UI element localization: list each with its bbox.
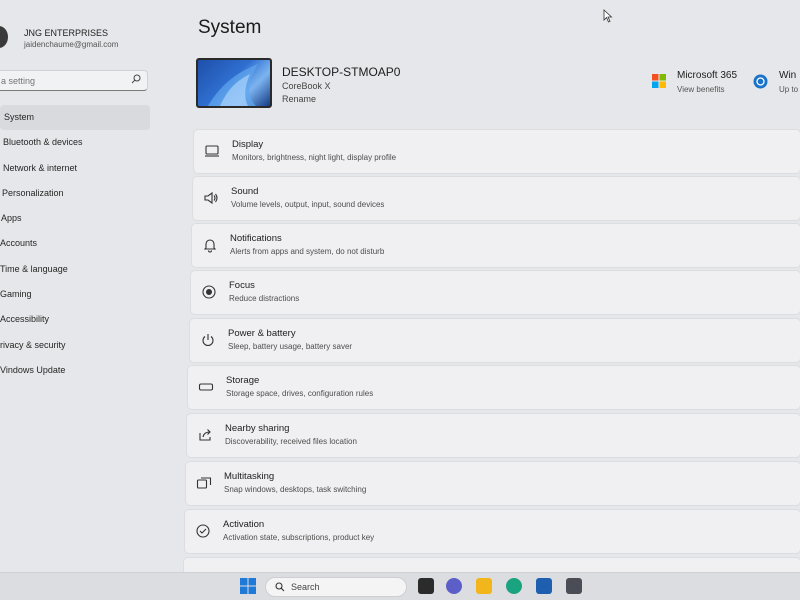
- display-icon: [205, 145, 219, 157]
- avatar[interactable]: [0, 26, 8, 48]
- sidebar: JNG ENTERPRISES jaidenchaume@gmail.com S…: [0, 0, 160, 575]
- card-power-battery[interactable]: Power & battery Sleep, battery usage, ba…: [190, 319, 800, 362]
- card-title: Activation: [223, 519, 265, 530]
- edge-icon[interactable]: [506, 578, 522, 594]
- card-subtitle: Alerts from apps and system, do not dist…: [230, 247, 385, 256]
- card-subtitle: Reduce distractions: [229, 294, 300, 303]
- storage-icon: [198, 383, 214, 391]
- task-view-icon[interactable]: [418, 578, 434, 594]
- card-multitasking[interactable]: Multitasking Snap windows, desktops, tas…: [186, 462, 800, 505]
- card-sound[interactable]: Sound Volume levels, output, input, soun…: [193, 177, 800, 220]
- windows-update-title[interactable]: Win: [779, 70, 796, 81]
- card-focus[interactable]: Focus Reduce distractions: [191, 271, 800, 314]
- settings-app-icon[interactable]: [566, 578, 582, 594]
- account-email: jaidenchaume@gmail.com: [24, 40, 119, 49]
- sidebar-item-windows-update[interactable]: Vindows Update: [0, 358, 150, 383]
- settings-search[interactable]: [0, 70, 148, 91]
- sidebar-item-system[interactable]: System: [0, 105, 150, 131]
- device-wallpaper-thumbnail: [196, 58, 272, 108]
- device-model: CoreBook X: [282, 81, 331, 91]
- sidebar-item-apps[interactable]: Apps: [0, 206, 150, 231]
- taskbar: Search: [0, 572, 800, 600]
- teams-icon[interactable]: [446, 578, 462, 594]
- taskbar-search[interactable]: Search: [265, 577, 407, 597]
- card-subtitle: Sleep, battery usage, battery saver: [228, 342, 353, 351]
- rename-link[interactable]: Rename: [282, 94, 316, 104]
- sidebar-nav: System Bluetooth & devices Network & int…: [0, 105, 150, 383]
- search-icon: [131, 74, 141, 84]
- mouse-cursor-icon: [603, 9, 613, 23]
- sidebar-item-network[interactable]: Network & internet: [0, 156, 150, 181]
- card-nearby-sharing[interactable]: Nearby sharing Discoverability, received…: [187, 414, 800, 457]
- card-title: Multitasking: [224, 471, 275, 482]
- power-icon: [202, 334, 214, 347]
- card-title: Display: [232, 139, 264, 150]
- card-subtitle: Storage space, drives, configuration rul…: [226, 389, 374, 398]
- multitasking-icon: [196, 477, 212, 489]
- card-subtitle: Monitors, brightness, night light, displ…: [232, 153, 397, 162]
- card-subtitle: Discoverability, received files location: [225, 437, 357, 446]
- taskbar-search-label: Search: [291, 582, 320, 592]
- search-input[interactable]: [1, 74, 121, 88]
- sidebar-item-personalization[interactable]: Personalization: [0, 181, 150, 206]
- microsoft365-title[interactable]: Microsoft 365: [677, 70, 737, 81]
- card-subtitle: Activation state, subscriptions, product…: [223, 533, 375, 542]
- activation-icon: [196, 524, 210, 538]
- card-title: Power & battery: [228, 328, 296, 339]
- card-subtitle: Snap windows, desktops, task switching: [224, 485, 367, 494]
- sidebar-item-accessibility[interactable]: Accessibility: [0, 307, 150, 332]
- account-name: JNG ENTERPRISES: [24, 28, 109, 38]
- sound-icon: [204, 191, 218, 205]
- sidebar-item-accounts[interactable]: Accounts: [0, 231, 150, 256]
- card-title: Focus: [229, 280, 255, 291]
- card-title: Nearby sharing: [225, 423, 290, 434]
- search-icon: [275, 582, 285, 592]
- sidebar-item-time-language[interactable]: Time & language: [0, 257, 150, 282]
- sidebar-item-privacy[interactable]: rivacy & security: [0, 333, 150, 358]
- card-title: Notifications: [230, 233, 282, 244]
- device-name: DESKTOP-STMOAP0: [282, 65, 401, 79]
- bell-icon: [203, 239, 217, 253]
- card-notifications[interactable]: Notifications Alerts from apps and syste…: [192, 224, 800, 267]
- card-title: Sound: [231, 186, 259, 197]
- card-display[interactable]: Display Monitors, brightness, night ligh…: [194, 130, 800, 173]
- card-activation[interactable]: Activation Activation state, subscriptio…: [185, 510, 800, 553]
- microsoft365-view-benefits[interactable]: View benefits: [677, 85, 724, 94]
- store-icon[interactable]: [536, 578, 552, 594]
- card-subtitle: Volume levels, output, input, sound devi…: [231, 200, 385, 209]
- file-explorer-icon[interactable]: [476, 578, 492, 594]
- share-icon: [199, 429, 211, 441]
- sidebar-item-bluetooth[interactable]: Bluetooth & devices: [0, 130, 150, 155]
- windows-update-status[interactable]: Up to: [779, 85, 798, 94]
- windows-bloom-image: [208, 64, 258, 106]
- sidebar-item-gaming[interactable]: Gaming: [0, 282, 150, 307]
- windows-start-icon[interactable]: [240, 578, 256, 594]
- card-storage[interactable]: Storage Storage space, drives, configura…: [188, 366, 800, 409]
- windows-update-icon: [753, 74, 768, 89]
- card-title: Storage: [226, 375, 260, 386]
- microsoft-logo-icon: [652, 74, 666, 88]
- focus-icon: [202, 285, 216, 299]
- page-title: System: [198, 17, 262, 38]
